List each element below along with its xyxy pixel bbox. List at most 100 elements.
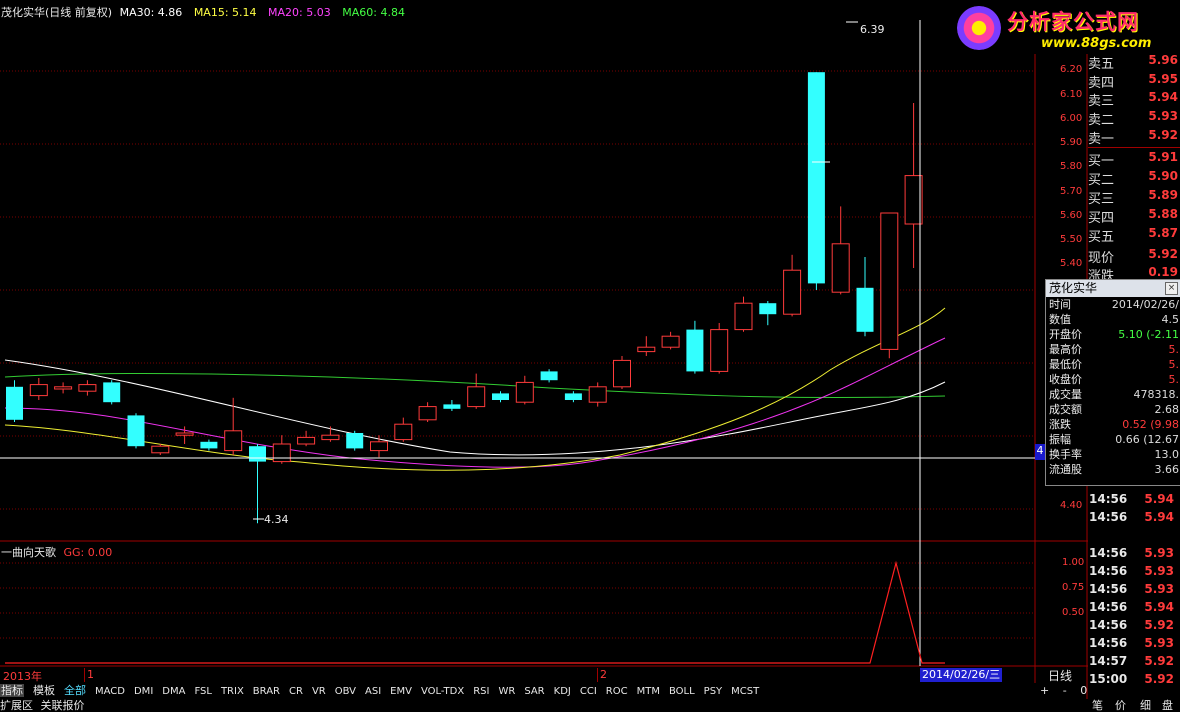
candle-body[interactable] xyxy=(492,393,509,400)
zoom-out-button[interactable]: - xyxy=(1063,684,1067,697)
extension-area-tab[interactable]: 扩展区 xyxy=(0,699,33,712)
candle-body[interactable] xyxy=(297,436,316,445)
candle-body[interactable] xyxy=(29,384,48,397)
tab-vr[interactable]: VR xyxy=(312,686,326,697)
tab-psy[interactable]: PSY xyxy=(704,686,723,697)
tab-dmi[interactable]: DMI xyxy=(134,686,153,697)
tab-mtm[interactable]: MTM xyxy=(637,686,660,697)
candle-body[interactable] xyxy=(443,404,461,409)
candle-body[interactable] xyxy=(515,381,534,403)
candle-body[interactable] xyxy=(346,433,364,449)
tab-indicator[interactable]: 指标 xyxy=(0,684,24,697)
tab-rsi[interactable]: RSI xyxy=(473,686,489,697)
popup-row-value: 0.52 (9.98 xyxy=(1122,418,1179,431)
tab-macd[interactable]: MACD xyxy=(95,686,125,697)
popup-row: 涨跌 0.52 (9.98 xyxy=(1046,417,1180,432)
candle-body[interactable] xyxy=(200,441,218,449)
popup-row-label: 数值 xyxy=(1049,313,1071,326)
bottom-bar: 扩展区 关联报价 笔 价 细 盘 xyxy=(0,699,1180,712)
order-book-row[interactable]: 卖三 5.94 xyxy=(1088,90,1180,109)
tab-kdj[interactable]: KDJ xyxy=(554,686,571,697)
tab-trix[interactable]: TRIX xyxy=(221,686,244,697)
tab-asi[interactable]: ASI xyxy=(365,686,381,697)
candle-body[interactable] xyxy=(613,359,631,388)
order-book-row[interactable]: 卖一 5.92 xyxy=(1088,128,1180,147)
candle-body[interactable] xyxy=(540,371,558,381)
candle-body[interactable] xyxy=(370,441,388,452)
tab-emv[interactable]: EMV xyxy=(390,686,412,697)
tab-boll[interactable]: BOLL xyxy=(669,686,695,697)
popup-row: 收盘价 5. xyxy=(1046,372,1180,387)
tab-roc[interactable]: ROC xyxy=(606,686,628,697)
candle-body[interactable] xyxy=(272,443,291,463)
tab-brar[interactable]: BRAR xyxy=(253,686,280,697)
candle-body[interactable] xyxy=(127,415,145,447)
candle-body[interactable] xyxy=(467,386,486,408)
order-book-row[interactable]: 卖四 5.95 xyxy=(1088,72,1180,91)
tab-vol-tdx[interactable]: VOL-TDX xyxy=(421,686,464,697)
logo-url: www.88gs.com xyxy=(1041,36,1152,51)
candle-body[interactable] xyxy=(103,382,121,403)
candle-body[interactable] xyxy=(588,386,607,403)
book-tab[interactable]: 盘 xyxy=(1162,699,1173,712)
price-axis-label: 4.40 xyxy=(1060,500,1083,511)
order-book-row[interactable]: 买二 5.90 xyxy=(1088,169,1180,188)
candle-body[interactable] xyxy=(734,302,753,331)
period-label[interactable]: 日线 xyxy=(1048,667,1072,684)
order-book-row[interactable]: 买五 5.87 xyxy=(1088,226,1180,245)
candle-body[interactable] xyxy=(637,346,656,353)
popup-row-label: 时间 xyxy=(1049,298,1071,311)
order-price: 5.89 xyxy=(1148,188,1178,202)
candle-body[interactable] xyxy=(175,432,194,436)
order-price: 5.88 xyxy=(1148,207,1178,221)
tab-mcst[interactable]: MCST xyxy=(731,686,759,697)
order-label: 买二 xyxy=(1088,173,1115,188)
order-label: 卖二 xyxy=(1088,113,1115,128)
tab-all[interactable]: 全部 xyxy=(64,684,86,697)
candle-body[interactable] xyxy=(564,393,582,400)
zoom-in-button[interactable]: + xyxy=(1040,684,1049,697)
zoom-reset-button[interactable]: 0 xyxy=(1080,684,1087,697)
low-price-label: 4.34 xyxy=(264,513,289,526)
tab-template[interactable]: 模板 xyxy=(33,684,55,697)
candle-body[interactable] xyxy=(224,430,243,452)
order-book-row[interactable]: 买四 5.88 xyxy=(1088,207,1180,226)
candle-body[interactable] xyxy=(418,406,437,421)
candle-body[interactable] xyxy=(831,243,850,293)
candle-body[interactable] xyxy=(759,303,777,315)
candle-body[interactable] xyxy=(321,434,340,441)
candle-body[interactable] xyxy=(78,384,97,392)
candle-body[interactable] xyxy=(6,386,23,420)
candle-body[interactable] xyxy=(783,269,802,315)
related-quote-tab[interactable]: 关联报价 xyxy=(41,699,85,712)
candle-body[interactable] xyxy=(710,329,729,372)
tab-cr[interactable]: CR xyxy=(289,686,303,697)
candle-body[interactable] xyxy=(880,212,899,350)
order-book-row[interactable]: 卖二 5.93 xyxy=(1088,109,1180,128)
candle-body[interactable] xyxy=(686,329,704,372)
price-tab[interactable]: 价 xyxy=(1115,699,1126,712)
month-label: 2 xyxy=(600,668,607,681)
close-icon[interactable]: × xyxy=(1165,282,1178,295)
detail-tab[interactable]: 细 xyxy=(1140,699,1151,712)
candle-body[interactable] xyxy=(249,446,266,462)
popup-title[interactable]: 茂化实华 xyxy=(1046,280,1180,297)
candle-body[interactable] xyxy=(807,72,825,284)
tab-wr[interactable]: WR xyxy=(498,686,515,697)
candle-body[interactable] xyxy=(394,423,413,441)
tab-obv[interactable]: OBV xyxy=(335,686,356,697)
chart-canvas[interactable] xyxy=(0,0,1180,712)
tab-sar[interactable]: SAR xyxy=(524,686,544,697)
tab-dma[interactable]: DMA xyxy=(162,686,185,697)
candle-body[interactable] xyxy=(151,445,170,454)
candle-body[interactable] xyxy=(54,386,73,390)
candle-body[interactable] xyxy=(661,335,680,348)
quote-info-popup[interactable]: 茂化实华 × 时间 2014/02/26/数值 4.5 开盘价 5.10 (-2.11 最… xyxy=(1045,279,1180,486)
order-book-row[interactable]: 卖五 5.96 xyxy=(1088,53,1180,72)
candle-body[interactable] xyxy=(856,287,874,332)
order-book-row[interactable]: 买三 5.89 xyxy=(1088,188,1180,207)
order-book-row[interactable]: 买一 5.91 xyxy=(1088,150,1180,169)
tab-fsl[interactable]: FSL xyxy=(194,686,212,697)
tab-cci[interactable]: CCI xyxy=(580,686,597,697)
trades-tab[interactable]: 笔 xyxy=(1092,699,1103,712)
